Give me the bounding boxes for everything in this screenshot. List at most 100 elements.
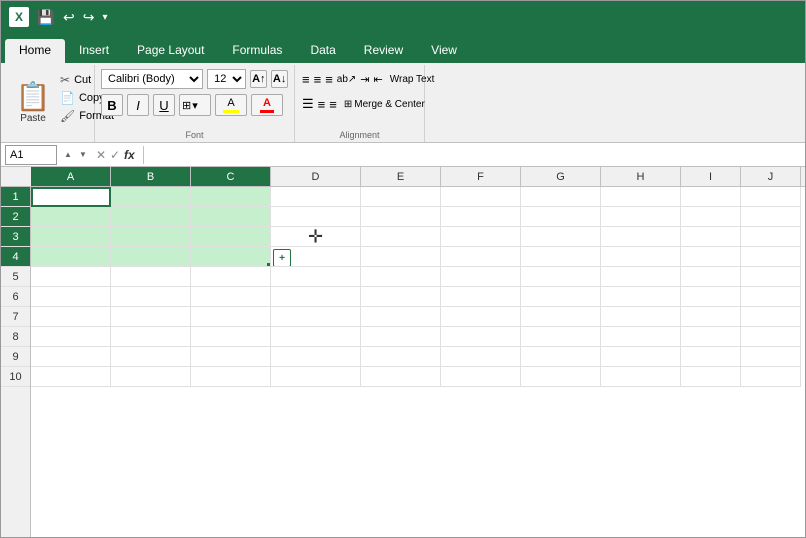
cell-c3[interactable] — [191, 227, 271, 247]
cell-b9[interactable] — [111, 347, 191, 367]
undo-button[interactable]: ↩ — [63, 9, 75, 26]
cell-c7[interactable] — [191, 307, 271, 327]
row-num-1[interactable]: 1 — [1, 187, 30, 207]
font-size-select[interactable]: 12 — [207, 69, 246, 89]
cell-i5[interactable] — [681, 267, 741, 287]
nav-up-button[interactable]: ▲ — [61, 148, 75, 162]
cell-b5[interactable] — [111, 267, 191, 287]
cell-d5[interactable] — [271, 267, 361, 287]
cell-g4[interactable] — [521, 247, 601, 267]
cell-j1[interactable] — [741, 187, 801, 207]
cell-c2[interactable] — [191, 207, 271, 227]
cell-e6[interactable] — [361, 287, 441, 307]
cell-j10[interactable] — [741, 367, 801, 387]
cell-a7[interactable] — [31, 307, 111, 327]
cell-c10[interactable] — [191, 367, 271, 387]
tab-insert[interactable]: Insert — [65, 39, 123, 63]
tab-page-layout[interactable]: Page Layout — [123, 39, 218, 63]
cell-b2[interactable] — [111, 207, 191, 227]
cell-g1[interactable] — [521, 187, 601, 207]
font-shrink-button[interactable]: A↓ — [271, 70, 288, 88]
cell-e2[interactable] — [361, 207, 441, 227]
align-center-button[interactable]: ≡ — [317, 94, 327, 114]
cell-j6[interactable] — [741, 287, 801, 307]
cell-f1[interactable] — [441, 187, 521, 207]
cell-d6[interactable] — [271, 287, 361, 307]
align-middle-button[interactable]: ≡ — [313, 69, 323, 89]
cell-a10[interactable] — [31, 367, 111, 387]
cell-i1[interactable] — [681, 187, 741, 207]
cell-e1[interactable] — [361, 187, 441, 207]
cell-f4[interactable] — [441, 247, 521, 267]
cell-d8[interactable] — [271, 327, 361, 347]
italic-button[interactable]: I — [127, 94, 149, 116]
col-header-i[interactable]: I — [681, 167, 741, 186]
cell-f3[interactable] — [441, 227, 521, 247]
text-angle-button[interactable]: ab↗ — [336, 69, 358, 89]
cell-j2[interactable] — [741, 207, 801, 227]
cell-g2[interactable] — [521, 207, 601, 227]
cell-g10[interactable] — [521, 367, 601, 387]
cell-e8[interactable] — [361, 327, 441, 347]
cell-d4[interactable]: + — [271, 247, 361, 267]
align-left-button[interactable]: ☰ — [301, 94, 315, 114]
cell-g3[interactable] — [521, 227, 601, 247]
cell-b10[interactable] — [111, 367, 191, 387]
cell-h9[interactable] — [601, 347, 681, 367]
cell-h10[interactable] — [601, 367, 681, 387]
cell-e3[interactable] — [361, 227, 441, 247]
merge-center-button[interactable]: ⊞ Merge & Center — [340, 97, 429, 112]
font-name-select[interactable]: Calibri (Body) — [101, 69, 203, 89]
cell-e4[interactable] — [361, 247, 441, 267]
cell-e7[interactable] — [361, 307, 441, 327]
cell-g8[interactable] — [521, 327, 601, 347]
cell-i7[interactable] — [681, 307, 741, 327]
formula-input[interactable] — [148, 148, 801, 162]
tab-formulas[interactable]: Formulas — [218, 39, 296, 63]
row-num-4[interactable]: 4 — [1, 247, 30, 267]
cell-b4[interactable] — [111, 247, 191, 267]
cell-j7[interactable] — [741, 307, 801, 327]
cell-h8[interactable] — [601, 327, 681, 347]
tab-review[interactable]: Review — [350, 39, 417, 63]
cell-h2[interactable] — [601, 207, 681, 227]
cell-j4[interactable] — [741, 247, 801, 267]
font-grow-button[interactable]: A↑ — [250, 70, 267, 88]
cell-b3[interactable] — [111, 227, 191, 247]
cell-j5[interactable] — [741, 267, 801, 287]
wrap-text-button[interactable]: Wrap Text — [386, 72, 439, 87]
cell-h4[interactable] — [601, 247, 681, 267]
row-num-7[interactable]: 7 — [1, 307, 30, 327]
cell-j8[interactable] — [741, 327, 801, 347]
cell-a3[interactable] — [31, 227, 111, 247]
cell-a4[interactable] — [31, 247, 111, 267]
cell-f2[interactable] — [441, 207, 521, 227]
fill-color-button[interactable]: A — [215, 94, 247, 116]
row-num-2[interactable]: 2 — [1, 207, 30, 227]
cell-c9[interactable] — [191, 347, 271, 367]
cell-h3[interactable] — [601, 227, 681, 247]
col-header-a[interactable]: A — [31, 167, 111, 186]
cell-i2[interactable] — [681, 207, 741, 227]
cell-d10[interactable] — [271, 367, 361, 387]
cell-h5[interactable] — [601, 267, 681, 287]
cell-c8[interactable] — [191, 327, 271, 347]
row-num-3[interactable]: 3 — [1, 227, 30, 247]
cell-e9[interactable] — [361, 347, 441, 367]
formula-cancel-button[interactable]: ✕ — [94, 148, 108, 162]
cell-a6[interactable] — [31, 287, 111, 307]
cell-e5[interactable] — [361, 267, 441, 287]
cell-d3[interactable]: ✛ — [271, 227, 361, 247]
cell-i6[interactable] — [681, 287, 741, 307]
align-right-button[interactable]: ≡ — [328, 94, 338, 114]
redo-button[interactable]: ↪ — [83, 9, 95, 26]
cell-e10[interactable] — [361, 367, 441, 387]
cell-a1[interactable] — [31, 187, 111, 207]
cell-i9[interactable] — [681, 347, 741, 367]
formula-enter-button[interactable]: ✓ — [108, 148, 122, 162]
row-num-8[interactable]: 8 — [1, 327, 30, 347]
cell-d2[interactable] — [271, 207, 361, 227]
align-bottom-button[interactable]: ≡ — [324, 69, 334, 89]
cell-b8[interactable] — [111, 327, 191, 347]
cell-c5[interactable] — [191, 267, 271, 287]
